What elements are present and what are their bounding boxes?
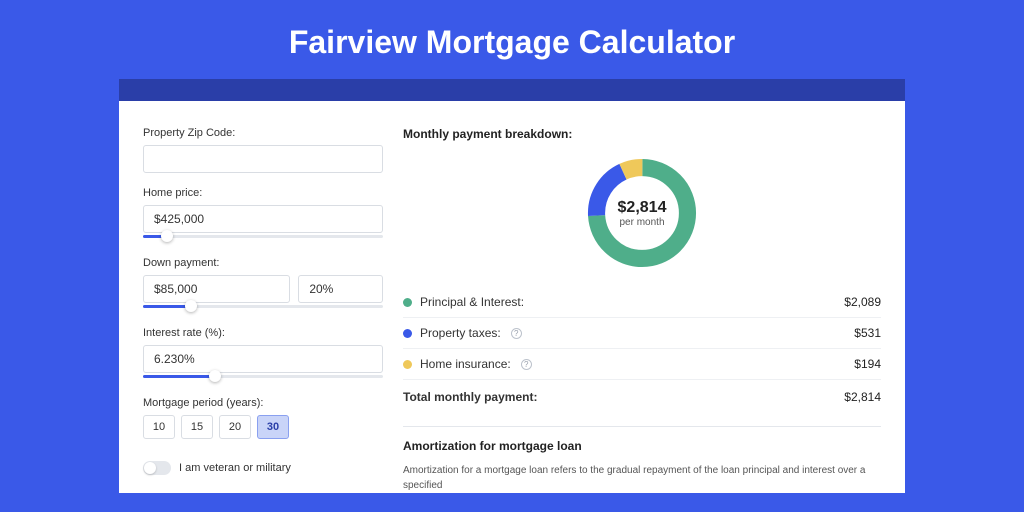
price-group: Home price: bbox=[143, 187, 383, 243]
legend-principal-row: Principal & Interest: $2,089 bbox=[403, 287, 881, 318]
results-panel: Monthly payment breakdown: $2,814 per mo… bbox=[403, 127, 881, 493]
down-group: Down payment: bbox=[143, 257, 383, 313]
price-slider[interactable] bbox=[143, 231, 383, 243]
page-title: Fairview Mortgage Calculator bbox=[0, 0, 1024, 79]
toggle-knob bbox=[144, 462, 156, 474]
rate-group: Interest rate (%): bbox=[143, 327, 383, 383]
legend-total-row: Total monthly payment: $2,814 bbox=[403, 380, 881, 412]
dot-yellow-icon bbox=[403, 360, 412, 369]
period-buttons: 10 15 20 30 bbox=[143, 415, 383, 439]
donut-container: $2,814 per month bbox=[403, 145, 881, 287]
down-label: Down payment: bbox=[143, 257, 383, 269]
legend-taxes-label: Property taxes: bbox=[420, 326, 501, 340]
amort-text: Amortization for a mortgage loan refers … bbox=[403, 463, 881, 493]
price-label: Home price: bbox=[143, 187, 383, 199]
period-15-button[interactable]: 15 bbox=[181, 415, 213, 439]
veteran-label: I am veteran or military bbox=[179, 462, 291, 474]
legend-taxes-row: Property taxes: ? $531 bbox=[403, 318, 881, 349]
legend-principal-label: Principal & Interest: bbox=[420, 295, 524, 309]
donut-center: $2,814 per month bbox=[582, 153, 702, 273]
down-percent-input[interactable] bbox=[298, 275, 383, 303]
form-panel: Property Zip Code: Home price: Down paym… bbox=[143, 127, 383, 493]
rate-input[interactable] bbox=[143, 345, 383, 373]
period-group: Mortgage period (years): 10 15 20 30 bbox=[143, 397, 383, 439]
period-20-button[interactable]: 20 bbox=[219, 415, 251, 439]
veteran-toggle[interactable] bbox=[143, 461, 171, 475]
veteran-row: I am veteran or military bbox=[143, 461, 383, 475]
rate-label: Interest rate (%): bbox=[143, 327, 383, 339]
legend-insurance-row: Home insurance: ? $194 bbox=[403, 349, 881, 380]
donut-chart: $2,814 per month bbox=[582, 153, 702, 273]
amort-section: Amortization for mortgage loan Amortizat… bbox=[403, 426, 881, 493]
zip-group: Property Zip Code: bbox=[143, 127, 383, 173]
period-label: Mortgage period (years): bbox=[143, 397, 383, 409]
donut-amount: $2,814 bbox=[618, 199, 667, 217]
info-icon[interactable]: ? bbox=[511, 328, 522, 339]
info-icon[interactable]: ? bbox=[521, 359, 532, 370]
total-value: $2,814 bbox=[844, 390, 881, 404]
period-10-button[interactable]: 10 bbox=[143, 415, 175, 439]
price-input[interactable] bbox=[143, 205, 383, 233]
donut-sub: per month bbox=[619, 217, 664, 228]
total-label: Total monthly payment: bbox=[403, 390, 537, 404]
down-amount-input[interactable] bbox=[143, 275, 290, 303]
legend-insurance-label: Home insurance: bbox=[420, 357, 511, 371]
down-slider[interactable] bbox=[143, 301, 383, 313]
rate-slider[interactable] bbox=[143, 371, 383, 383]
calculator-card: Property Zip Code: Home price: Down paym… bbox=[119, 101, 905, 493]
period-30-button[interactable]: 30 bbox=[257, 415, 289, 439]
legend-taxes-value: $531 bbox=[854, 326, 881, 340]
breakdown-title: Monthly payment breakdown: bbox=[403, 127, 881, 141]
header-strip bbox=[119, 79, 905, 101]
legend-insurance-value: $194 bbox=[854, 357, 881, 371]
legend-principal-value: $2,089 bbox=[844, 295, 881, 309]
dot-green-icon bbox=[403, 298, 412, 307]
zip-label: Property Zip Code: bbox=[143, 127, 383, 139]
amort-title: Amortization for mortgage loan bbox=[403, 439, 881, 453]
zip-input[interactable] bbox=[143, 145, 383, 173]
dot-blue-icon bbox=[403, 329, 412, 338]
